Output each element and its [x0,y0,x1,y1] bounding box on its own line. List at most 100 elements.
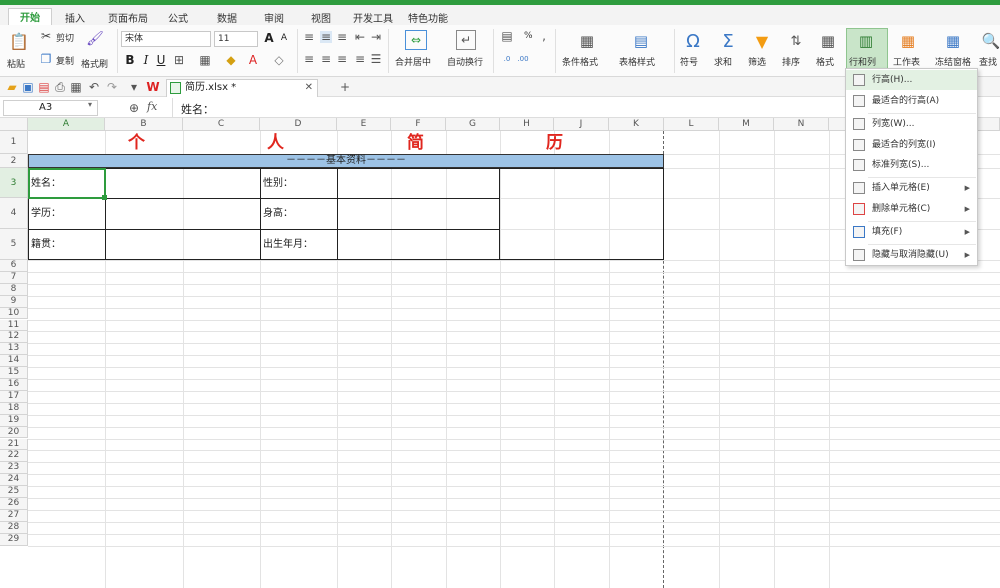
column-header-D[interactable]: D [260,118,337,131]
select-all-corner[interactable] [0,118,28,131]
font-color-icon[interactable]: A [246,53,260,67]
row-header-18[interactable]: 18 [0,402,28,415]
conditional-format-button[interactable]: 条件格式 [562,55,598,68]
find-icon[interactable]: 🔍 [982,30,1000,52]
birth-label-cell[interactable]: 出生年月： [263,238,313,252]
percent-button[interactable]: % [524,31,533,41]
filter-button[interactable]: 筛选 [748,55,766,68]
export-pdf-icon[interactable]: ▤ [38,80,50,94]
increase-decimal-icon[interactable]: .0 [500,53,514,65]
menu-item-delete-cells[interactable]: 删除单元格(C) ▶ [846,199,977,219]
redo-icon[interactable]: ↷ [106,80,118,94]
menu-item-hide-unhide[interactable]: 隐藏与取消隐藏(U) ▶ [846,245,977,265]
name-box[interactable]: A3 [3,100,98,116]
comma-style-icon[interactable]: , [540,29,548,43]
fx-label[interactable]: fx [147,100,157,113]
customize-icon[interactable]: ▾ [128,80,140,94]
symbol-icon[interactable]: Ω [683,30,703,52]
row-header-2[interactable]: 2 [0,154,28,168]
grow-font-icon[interactable]: A [262,31,276,45]
align-bottom-icon[interactable]: ≡ [336,30,348,44]
column-header-G[interactable]: G [446,118,500,131]
document-tab[interactable]: 简历.xlsx * ✕ [166,79,318,97]
row-header-1[interactable]: 1 [0,131,28,154]
name-box-dropdown-icon[interactable]: ▾ [88,100,92,109]
shrink-font-icon[interactable]: A [278,32,290,44]
row-header-6[interactable]: 6 [0,260,28,272]
decrease-decimal-icon[interactable]: .00 [516,53,530,65]
menu-item-autofit-row[interactable]: 最适合的行高(A) [846,91,977,111]
row-header-21[interactable]: 21 [0,438,28,451]
column-header-K[interactable]: K [609,118,664,131]
worksheet-button[interactable]: 工作表 [893,55,920,68]
row-header-27[interactable]: 27 [0,509,28,522]
fill-color-icon[interactable]: ◆ [224,53,238,67]
formula-input[interactable]: 姓名： [181,101,214,117]
column-header-J[interactable]: J [554,118,609,131]
row-col-icon[interactable]: ▥ [856,31,876,51]
cell-style-icon[interactable]: ▦ [198,53,212,67]
sum-icon[interactable]: Σ [718,30,738,52]
column-header-N[interactable]: N [774,118,829,131]
row-header-22[interactable]: 22 [0,450,28,463]
column-header-H[interactable]: H [500,118,554,131]
row-header-9[interactable]: 9 [0,295,28,308]
wrap-text-icon[interactable]: ↵ [456,30,476,50]
align-center-icon[interactable]: ≡ [320,52,332,66]
row-header-3[interactable]: 3 [0,168,28,198]
print-icon[interactable]: ⎙ [54,80,66,94]
filter-icon[interactable]: ▼ [752,30,772,52]
fill-handle[interactable] [102,195,107,200]
italic-icon[interactable]: I [140,53,152,67]
zoom-formula-icon[interactable]: ⊕ [127,100,141,116]
font-size-select[interactable]: 11 [214,31,258,47]
cut-icon[interactable]: ✂ [40,29,52,43]
paste-icon[interactable]: 📋 [8,30,30,52]
align-left-icon[interactable]: ≡ [303,52,315,66]
row-header-29[interactable]: 29 [0,533,28,546]
row-header-13[interactable]: 13 [0,343,28,356]
wrap-text-button[interactable]: 自动换行 [447,55,483,68]
symbol-button[interactable]: 符号 [680,55,698,68]
freeze-button[interactable]: 冻结窗格 [935,55,971,68]
row-col-button[interactable]: 行和列 [849,55,876,68]
sort-icon[interactable]: ⇅ [786,30,806,52]
hometown-label-cell[interactable]: 籍贯： [31,238,61,252]
menu-item-column-width[interactable]: 列宽(W)... [846,114,977,134]
menu-item-row-height[interactable]: 行高(H)... [846,70,977,90]
row-header-17[interactable]: 17 [0,390,28,403]
underline-icon[interactable]: U [155,53,167,67]
title-char-2[interactable]: 人 [267,133,284,153]
row-header-7[interactable]: 7 [0,271,28,284]
row-header-5[interactable]: 5 [0,229,28,260]
align-middle-icon[interactable]: ≡ [320,30,332,44]
format-button[interactable]: 格式 [816,55,834,68]
column-header-C[interactable]: C [183,118,260,131]
new-tab-icon[interactable]: + [338,80,352,94]
row-header-12[interactable]: 12 [0,331,28,344]
wps-logo-icon[interactable]: W [146,80,160,94]
column-header-B[interactable]: B [105,118,183,131]
row-header-26[interactable]: 26 [0,498,28,510]
indent-decrease-icon[interactable]: ⇤ [354,30,366,44]
align-right-icon[interactable]: ≡ [336,52,348,66]
row-header-8[interactable]: 8 [0,283,28,296]
row-header-20[interactable]: 20 [0,426,28,439]
column-header-F[interactable]: F [391,118,446,131]
column-header-A[interactable]: A [28,118,105,131]
menu-item-insert-cells[interactable]: 插入单元格(E) ▶ [846,178,977,198]
copy-icon[interactable]: ❐ [40,52,52,66]
menu-item-autofit-column[interactable]: 最适合的列宽(I) [846,135,977,155]
row-header-16[interactable]: 16 [0,379,28,391]
row-header-10[interactable]: 10 [0,307,28,320]
distributed-icon[interactable]: ☰ [370,52,382,66]
copy-button[interactable]: 复制 [56,54,74,67]
column-header-E[interactable]: E [337,118,391,131]
format-icon[interactable]: ▦ [818,30,838,52]
title-char-3[interactable]: 简 [407,133,424,153]
table-style-icon[interactable]: ▤ [630,30,652,52]
undo-icon[interactable]: ↶ [88,80,100,94]
align-top-icon[interactable]: ≡ [303,30,315,44]
clear-format-icon[interactable]: ◇ [272,53,286,67]
cut-button[interactable]: 剪切 [56,31,74,44]
